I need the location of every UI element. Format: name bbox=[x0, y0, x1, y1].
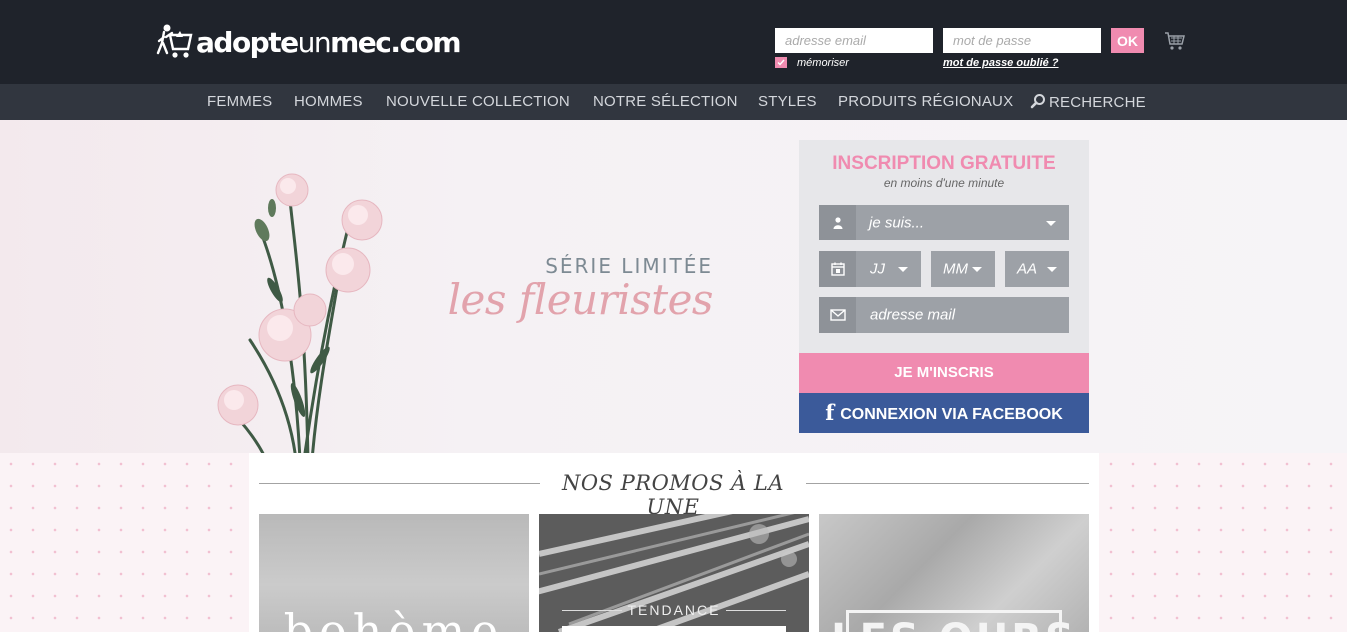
day-select[interactable]: JJ bbox=[819, 251, 921, 287]
promo-card-les-ours-title: LES OURS bbox=[819, 616, 1089, 632]
promo-card-boheme-title: bohème bbox=[283, 604, 505, 632]
nav-item-produits-regionaux[interactable]: PRODUITS RÉGIONAUX bbox=[838, 93, 1013, 111]
chevron-down-icon bbox=[1046, 220, 1056, 226]
promo-card-boheme[interactable]: bohème bbox=[259, 514, 529, 632]
gender-select-value: je suis... bbox=[869, 214, 925, 231]
signup-title: INSCRIPTION GRATUITE bbox=[832, 153, 1056, 174]
logo-text-un: un bbox=[297, 25, 332, 59]
calendar-icon bbox=[819, 251, 856, 287]
envelope-icon bbox=[819, 297, 856, 333]
shopping-cart-man-logo-icon bbox=[156, 24, 193, 58]
month-select-value: MM bbox=[943, 260, 968, 278]
logo-text: adopteunmec.com bbox=[196, 25, 462, 59]
nav-item-styles[interactable]: STYLES bbox=[758, 93, 817, 111]
month-select[interactable]: MM bbox=[931, 251, 995, 287]
nav-item-femmes[interactable]: FEMMES bbox=[207, 93, 272, 111]
user-icon bbox=[819, 205, 856, 240]
nav-item-hommes[interactable]: HOMMES bbox=[294, 93, 363, 111]
search-icon bbox=[1030, 94, 1045, 109]
facebook-connect-label: CONNEXION VIA FACEBOOK bbox=[840, 406, 1063, 423]
hero-title: les fleuristes bbox=[447, 275, 714, 324]
site-logo[interactable]: adopteunmec.com bbox=[156, 22, 462, 62]
login-email-input[interactable] bbox=[775, 28, 933, 53]
chevron-down-icon bbox=[898, 267, 908, 272]
nav-item-notre-selection[interactable]: NOTRE SÉLECTION bbox=[593, 93, 738, 111]
year-select[interactable]: AA bbox=[1005, 251, 1069, 287]
carnation-flowers-image bbox=[217, 173, 383, 453]
nav-item-nouvelle-collection[interactable]: NOUVELLE COLLECTION bbox=[386, 93, 570, 111]
forgot-password-link[interactable]: mot de passe oublié ? bbox=[943, 57, 1059, 69]
login-ok-button[interactable]: OK bbox=[1111, 28, 1144, 53]
facebook-connect-button[interactable]: f CONNEXION VIA FACEBOOK bbox=[799, 393, 1089, 433]
gender-select[interactable]: je suis... bbox=[819, 205, 1069, 240]
shopping-cart-icon[interactable] bbox=[1164, 30, 1186, 52]
nav-item-recherche-label: RECHERCHE bbox=[1049, 94, 1146, 111]
signup-subtitle: en moins d'une minute bbox=[883, 176, 1005, 190]
tendance-banner bbox=[562, 626, 786, 632]
year-select-value: AA bbox=[1017, 260, 1038, 278]
promos-divider-right bbox=[806, 483, 1089, 484]
signup-submit-button[interactable]: JE M'INSCRIS bbox=[799, 353, 1089, 393]
check-icon bbox=[777, 59, 785, 66]
day-select-value: JJ bbox=[870, 260, 885, 278]
promo-card-tendance[interactable]: TENDANCE bbox=[539, 514, 809, 632]
promo-card-les-ours[interactable]: LES OURS bbox=[819, 514, 1089, 632]
promos-title: NOS PROMOS À LA UNE bbox=[561, 471, 785, 519]
signup-email-placeholder: adresse mail bbox=[870, 306, 956, 324]
signup-email-field[interactable]: adresse mail bbox=[819, 297, 1069, 333]
logo-text-adopte: adopte bbox=[196, 25, 299, 59]
remember-checkbox[interactable] bbox=[775, 57, 787, 68]
promos-divider-left bbox=[259, 483, 540, 484]
facebook-icon: f bbox=[825, 400, 835, 425]
chevron-down-icon bbox=[1047, 267, 1057, 272]
remember-label: mémoriser bbox=[797, 57, 849, 69]
chevron-down-icon bbox=[972, 267, 982, 272]
logo-text-mec: mec.com bbox=[330, 25, 461, 59]
login-password-input[interactable] bbox=[943, 28, 1101, 53]
promo-card-tendance-title: TENDANCE bbox=[627, 602, 721, 618]
nav-item-recherche[interactable]: RECHERCHE bbox=[1030, 93, 1146, 111]
